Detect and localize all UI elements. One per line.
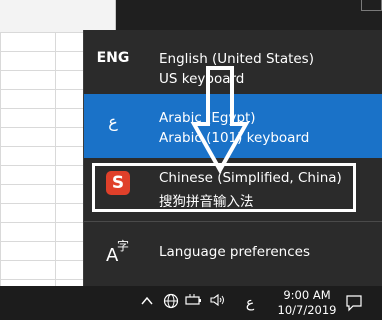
taskbar: ع 9:00 AM 10/7/2019 [0,286,382,320]
notification-icon[interactable] [345,294,363,312]
clock-date: 10/7/2019 [277,303,337,317]
battery-glyph [185,294,201,305]
input-method-indicator[interactable]: ع [243,293,257,313]
down-arrow-icon [190,66,250,174]
language-code: ع [108,112,118,131]
network-globe-icon[interactable] [161,293,181,315]
window-control [361,0,382,11]
language-preferences-link[interactable]: A 字 Language preferences [84,222,382,286]
language-name: English (United States) [159,51,314,67]
language-code: ENG [96,50,130,66]
battery-icon[interactable] [184,293,204,313]
clock[interactable]: 9:00 AM 10/7/2019 [276,288,338,318]
volume-glyph [210,293,224,307]
chevron-up-icon[interactable] [139,293,155,313]
language-preferences-label: Language preferences [159,244,310,260]
globe-glyph [163,293,179,309]
volume-icon[interactable] [208,293,228,313]
clock-time: 9:00 AM [283,288,331,302]
language-icon: A 字 [106,239,130,266]
spreadsheet-header [0,0,115,33]
chevron-up-glyph [141,296,153,305]
